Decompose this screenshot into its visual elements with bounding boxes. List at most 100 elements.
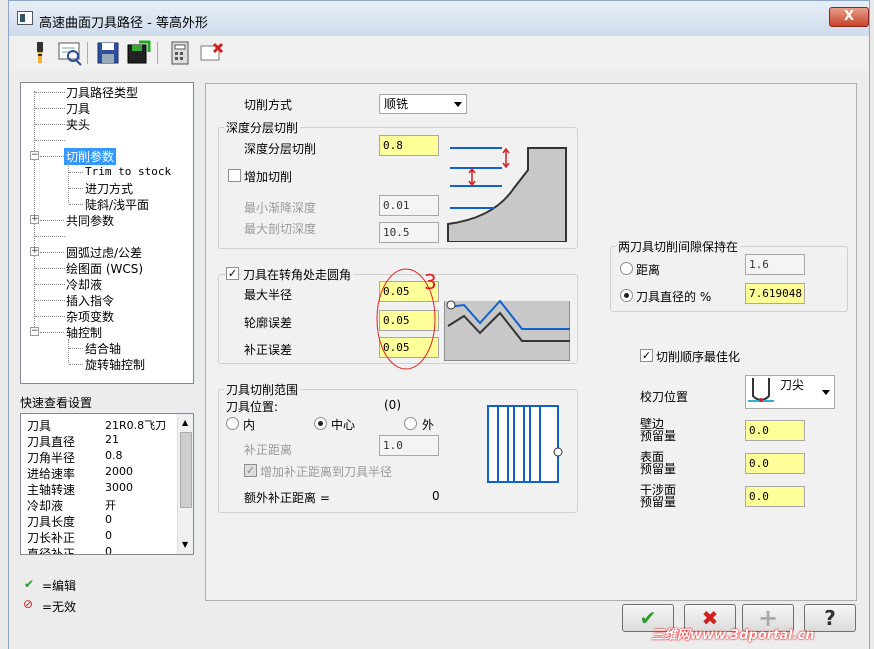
scroll-thumb[interactable] (180, 432, 192, 508)
tree-item-trim-to-stock[interactable]: Trim to stock (85, 165, 171, 178)
tree-connector (35, 316, 65, 317)
quick-view-value: 21R0.8飞刀 (105, 419, 167, 432)
invalid-icon: ⊘ (23, 597, 34, 611)
quick-view-scrollbar[interactable]: ▲ ▼ (177, 414, 193, 554)
tree-item-axis-control[interactable]: 轴控制 (66, 324, 102, 341)
optimize-order-label: 切削顺序最佳化 (656, 350, 741, 364)
tree-connector (34, 91, 35, 333)
offset-distance-input[interactable]: 1.0 (379, 435, 439, 456)
position-inside-radio[interactable] (226, 417, 239, 430)
tree-item-steep-shallow[interactable]: 陡斜/浅平面 (85, 196, 149, 213)
delete-icon[interactable] (199, 40, 225, 66)
tree-connector (69, 204, 83, 205)
preview-icon[interactable] (57, 40, 83, 66)
quick-view-label: 刀具直径 (27, 435, 76, 449)
title-bar: 高速曲面刀具路径 - 等高外形 X (8, 0, 870, 36)
add-cuts-label: 增加切削 (244, 170, 293, 184)
tree-item-planes-wcs[interactable]: 绘图面 (WCS) (66, 260, 143, 277)
legend-invalid: =无效 (42, 600, 77, 614)
quick-view-value: 3000 (105, 481, 133, 494)
add-offset-checkbox[interactable]: ✓ (244, 464, 257, 477)
window-icon (17, 11, 33, 25)
tree-item-entry-method[interactable]: 进刀方式 (85, 180, 133, 197)
quick-view-value: 0.8 (105, 449, 123, 462)
tree-item-arc-filter[interactable]: 圆弧过虑/公差 (66, 244, 142, 261)
gap-percent-label: 刀具直径的 % (636, 290, 712, 304)
gap-percent-input[interactable]: 7.619048 (745, 283, 805, 304)
check-stock-label: 干涉面 预留量 (640, 484, 676, 508)
tree-item-toolpath-type[interactable]: 刀具路径类型 (66, 84, 138, 101)
position-outside-radio[interactable] (404, 417, 417, 430)
tree-expand-toggle[interactable]: + (30, 215, 39, 224)
tool-position-code: (0) (384, 398, 401, 412)
chevron-down-icon[interactable] (822, 390, 830, 395)
tree-item-misc-values[interactable]: 杂项变数 (66, 308, 114, 325)
corner-rounding-checkbox[interactable]: ✓ (226, 267, 239, 280)
legend-edited: =编辑 (42, 579, 77, 593)
quick-view-value: 开 (105, 499, 116, 512)
tree-item-cut-params[interactable]: 切削参数 (64, 148, 117, 165)
tree-connector (35, 284, 65, 285)
cut-range-title: 刀具切削范围 (224, 381, 301, 398)
floor-stock-label-line2: 预留量 (640, 462, 677, 476)
chevron-down-icon[interactable] (454, 102, 462, 107)
cut-method-value: 顺铣 (384, 97, 409, 111)
parameter-panel: 切削方式 顺铣 深度分层切削 深度分层切削 0.8 增加切削 最小渐降深度 0.… (205, 83, 857, 601)
tree-connector (35, 108, 65, 109)
check-stock-input[interactable]: 0.0 (745, 486, 805, 507)
tree-connector (35, 300, 65, 301)
optimize-order-checkbox[interactable]: ✓ (640, 349, 653, 362)
depth-step-input[interactable]: 0.8 (379, 135, 439, 156)
close-button[interactable]: X (829, 7, 869, 27)
tip-position-select[interactable]: 刀尖 (745, 375, 835, 409)
quick-view-label: 主轴转速 (27, 483, 76, 497)
quick-view-list[interactable]: 刀具 21R0.8飞刀 刀具直径 21 刀角半径 0.8 进给速率 2000 主… (20, 413, 194, 555)
floor-stock-input[interactable]: 0.0 (745, 453, 805, 474)
gap-percent-radio[interactable] (620, 289, 633, 302)
tool-icon[interactable] (27, 40, 53, 66)
max-step-label: 最大剖切深度 (244, 222, 317, 236)
scroll-down-icon[interactable]: ▼ (182, 540, 188, 549)
tree-collapse-toggle[interactable]: − (30, 151, 39, 160)
position-center-label: 中心 (331, 418, 356, 432)
cut-method-label: 切削方式 (244, 98, 293, 112)
position-center-radio[interactable] (314, 417, 327, 430)
wall-stock-label: 壁边 预留量 (640, 418, 676, 442)
tree-connector (69, 172, 83, 173)
add-cuts-checkbox[interactable] (228, 169, 241, 182)
tip-position-label: 校刀位置 (640, 390, 689, 404)
toolbar-separator (87, 42, 88, 64)
tree-item-tool[interactable]: 刀具 (66, 100, 90, 117)
min-step-input[interactable]: 0.01 (379, 195, 439, 216)
max-step-input[interactable]: 10.5 (379, 222, 439, 243)
parameter-tree[interactable]: 刀具路径类型 刀具 夹头 − 切削参数 Trim to stock 进刀方式 陡… (20, 82, 194, 384)
save-as-icon[interactable] (125, 40, 151, 66)
cut-method-select[interactable]: 顺铣 (379, 94, 467, 114)
depth-step-label: 深度分层切削 (244, 142, 317, 156)
gap-distance-label: 距离 (636, 263, 661, 277)
quick-view-label: 直径补正 (27, 547, 76, 555)
tree-connector (69, 364, 83, 365)
tree-connector (35, 268, 65, 269)
tree-connector (40, 332, 64, 333)
wall-stock-input[interactable]: 0.0 (745, 420, 805, 441)
gap-distance-radio[interactable] (620, 262, 633, 275)
save-icon[interactable] (95, 40, 121, 66)
calculator-icon[interactable] (167, 40, 193, 66)
tree-item-common-params[interactable]: 共同参数 (66, 212, 114, 229)
tree-connector (68, 163, 69, 203)
profile-tolerance-label: 轮廓误差 (244, 316, 293, 330)
tree-item-rotary-axis[interactable]: 旋转轴控制 (85, 356, 145, 373)
scroll-up-icon[interactable]: ▲ (182, 418, 188, 427)
tree-expand-toggle[interactable]: + (30, 247, 39, 256)
tree-item-canned-text[interactable]: 插入指令 (66, 292, 114, 309)
tree-item-holder[interactable]: 夹头 (66, 116, 90, 133)
quick-view-label: 刀角半径 (27, 451, 76, 465)
toolbar (8, 36, 870, 71)
tree-connector (40, 252, 64, 253)
tree-item-coolant[interactable]: 冷却液 (66, 276, 102, 293)
tree-item-axis-combination[interactable]: 结合轴 (85, 340, 121, 357)
tree-collapse-toggle[interactable]: − (30, 327, 39, 336)
quick-view-value: 0 (105, 545, 112, 555)
gap-distance-input[interactable]: 1.6 (745, 254, 805, 275)
